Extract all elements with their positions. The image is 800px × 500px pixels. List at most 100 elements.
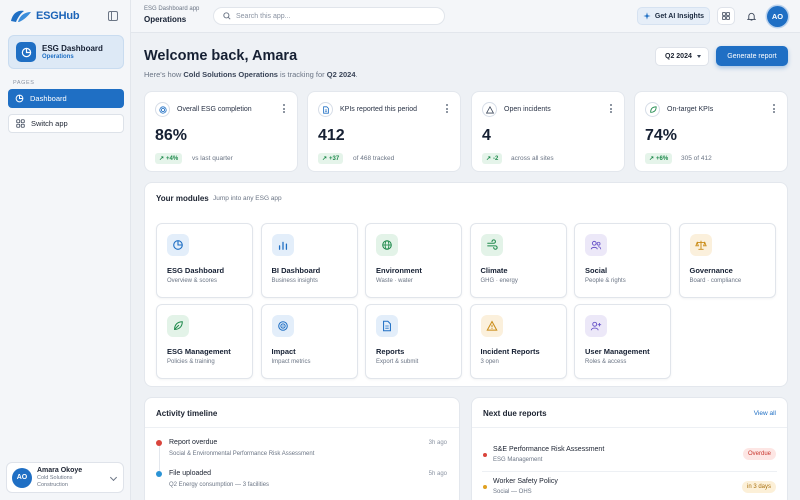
module-name: ESG Dashboard	[167, 266, 225, 275]
breadcrumb[interactable]: ESG Dashboard app	[144, 6, 199, 12]
module-tile-esg-management[interactable]: ESG Management Policies & training	[156, 304, 253, 379]
module-name: BI Dashboard	[271, 266, 321, 275]
module-name: Social	[585, 266, 608, 275]
brand-name: ESGHub	[36, 10, 80, 22]
module-tile-impact[interactable]: Impact Impact metrics	[260, 304, 358, 379]
due-report-title[interactable]: Worker Safety Policy	[493, 478, 558, 485]
divider	[472, 427, 787, 428]
grid-icon	[16, 119, 25, 128]
module-tile-incident-reports[interactable]: Incident Reports 3 open	[469, 304, 567, 379]
search-placeholder: Search this app...	[236, 12, 291, 20]
module-name: Climate	[480, 266, 508, 275]
module-tile-governance[interactable]: Governance Board · compliance	[678, 223, 776, 298]
notifications-button[interactable]	[742, 7, 760, 25]
sparkle-icon	[643, 12, 651, 20]
quarter-value: Q2 2024	[665, 53, 692, 60]
module-name: Reports	[376, 347, 405, 356]
get-ai-insights-button[interactable]: Get AI Insights	[637, 7, 710, 25]
kpi-value: 74%	[645, 127, 678, 144]
sidebar-item-dashboard[interactable]: Dashboard	[8, 89, 124, 108]
module-tile-bi-dashboard[interactable]: BI Dashboard Business insights	[260, 223, 358, 298]
module-tile-esg-dashboard[interactable]: ESG Dashboard Overview & scores	[156, 223, 253, 298]
timeline-item-title[interactable]: Report overdue	[169, 439, 217, 446]
leaf-icon	[167, 315, 189, 337]
module-desc: Board · compliance	[689, 278, 742, 284]
brand-logo[interactable]: ESGHub	[10, 9, 80, 23]
generate-report-button[interactable]: Generate report	[716, 46, 788, 66]
activity-title: Activity timeline	[156, 409, 218, 418]
bar-chart-icon	[271, 234, 294, 256]
module-name: Incident Reports	[480, 347, 540, 356]
module-name: User Management	[585, 347, 650, 356]
pie-chart-icon	[167, 234, 189, 256]
user-avatar[interactable]: AO	[767, 6, 788, 27]
document-icon	[318, 102, 333, 117]
module-tile-environment[interactable]: Environment Waste · water	[365, 223, 462, 298]
kpi-delta-badge: ↗ -2	[482, 153, 503, 164]
kpi-value: 4	[482, 127, 491, 144]
user-org: Cold Solutions Construction	[37, 475, 73, 488]
kpi-label: KPIs reported this period	[340, 106, 418, 113]
search-input[interactable]: Search this app...	[213, 7, 445, 25]
apps-grid-button[interactable]	[717, 7, 735, 25]
more-options-icon[interactable]	[446, 104, 448, 114]
module-desc: 3 open	[480, 359, 499, 365]
kpi-delta-badge: ↗ +37	[318, 153, 344, 164]
sidebar: ESGHub ESG Dashboard Operations PAGES Da…	[0, 0, 131, 500]
module-tile-climate[interactable]: Climate GHG · energy	[469, 223, 567, 298]
module-desc: Waste · water	[376, 278, 413, 284]
more-options-icon[interactable]	[610, 104, 612, 114]
kpi-note: 305 of 412	[681, 155, 712, 162]
collapse-sidebar-icon[interactable]	[108, 11, 118, 21]
timeline-item-title[interactable]: File uploaded	[169, 470, 211, 477]
timeline-dot	[156, 471, 162, 477]
kpi-label: On-target KPIs	[667, 106, 714, 113]
kpi-label: Overall ESG completion	[177, 106, 252, 113]
document-icon	[376, 315, 398, 337]
page-title: Operations	[144, 15, 187, 24]
pie-chart-icon	[15, 94, 24, 103]
more-options-icon[interactable]	[773, 104, 775, 114]
kpi-note: of 468 tracked	[353, 155, 395, 162]
app-card-title: ESG Dashboard	[42, 44, 103, 53]
due-report-title[interactable]: S&E Performance Risk Assessment	[493, 446, 604, 453]
kpi-label: Open incidents	[504, 106, 551, 113]
module-desc: Overview & scores	[167, 278, 218, 284]
pages-section-label: PAGES	[13, 80, 35, 86]
module-desc: Export & submit	[376, 359, 419, 365]
user-profile-card[interactable]: AO Amara Okoye Cold Solutions Constructi…	[6, 462, 124, 493]
kpi-card: Overall ESG completion 86% ↗ +4% vs last …	[144, 91, 298, 172]
status-badge: Overdue	[742, 448, 776, 460]
warning-icon	[482, 102, 497, 117]
leaf-icon	[645, 102, 660, 117]
modules-subtitle: Jump into any ESG app	[213, 195, 282, 202]
more-options-icon[interactable]	[283, 104, 285, 114]
module-name: Governance	[689, 266, 733, 275]
activity-timeline-panel: Activity timeline Report overdue Social …	[144, 397, 460, 500]
module-tile-user-management[interactable]: User Management Roles & access	[574, 304, 671, 379]
chevron-down-icon	[109, 473, 118, 482]
chevron-down-icon	[696, 55, 701, 58]
due-report-sub: ESG Management	[493, 457, 543, 463]
module-name: ESG Management	[167, 347, 231, 356]
kpi-value: 412	[318, 127, 345, 144]
pie-chart-icon	[16, 42, 36, 62]
view-all-link[interactable]: View all	[754, 410, 776, 417]
quarter-select[interactable]: Q2 2024	[655, 47, 709, 66]
timeline-item-desc: Q2 Energy consumption — 3 facilities	[169, 482, 270, 488]
leaf-logo-icon	[11, 10, 31, 22]
kpi-value: 86%	[155, 127, 188, 144]
app-card-subtitle: Operations	[42, 54, 74, 60]
timeline-item-time: 3h ago	[428, 440, 447, 446]
kpi-card: KPIs reported this period 412 ↗ +37 of 46…	[307, 91, 461, 172]
target-icon	[271, 315, 294, 337]
module-desc: GHG · energy	[480, 278, 518, 284]
timeline-dot	[156, 440, 162, 446]
module-tile-social[interactable]: Social People & rights	[574, 223, 671, 298]
ai-button-label: Get AI Insights	[654, 12, 705, 20]
module-tile-reports[interactable]: Reports Export & submit	[365, 304, 462, 379]
current-app-card[interactable]: ESG Dashboard Operations	[8, 35, 124, 69]
status-dot	[483, 453, 487, 457]
welcome-subline: Here's how Cold Solutions Operations is …	[144, 70, 358, 79]
sidebar-item-switch-app[interactable]: Switch app	[8, 114, 124, 133]
